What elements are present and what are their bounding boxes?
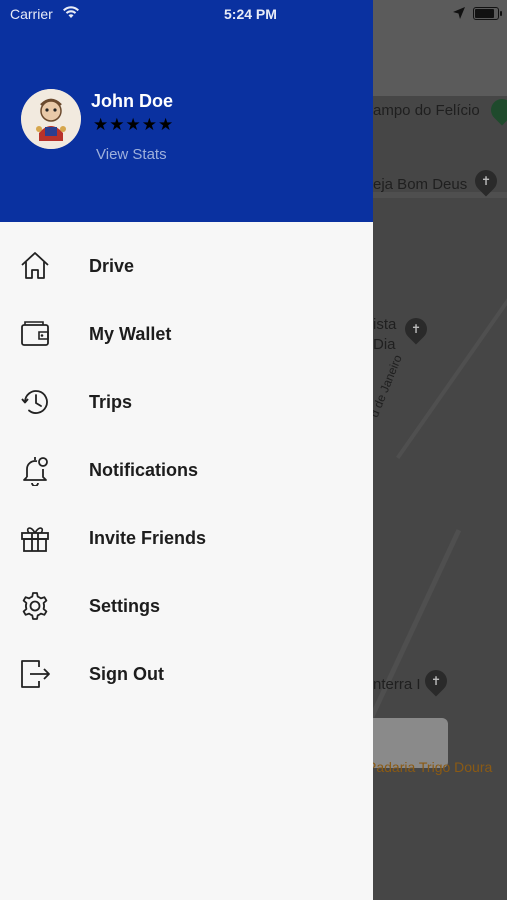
- menu-item-label: Notifications: [89, 460, 199, 480]
- clock-label: 5:24 PM: [224, 6, 277, 22]
- menu-item-label: Drive: [89, 256, 135, 276]
- menu-item-label: Sign Out: [89, 664, 164, 684]
- menu-item-drive[interactable]: Drive: [0, 232, 373, 300]
- bell-icon: [23, 457, 48, 486]
- map-place-label: Padaria Trigo Doura: [373, 759, 493, 775]
- navigation-drawer: John Doe ★★★★★ View Stats Drive My Walle…: [0, 0, 373, 900]
- menu-item-notifications[interactable]: Notifications: [0, 436, 373, 504]
- map-place-label: eja Bom Deus: [373, 176, 468, 193]
- menu-item-wallet[interactable]: My Wallet: [0, 300, 373, 368]
- status-bar: Carrier 5:24 PM: [0, 0, 507, 28]
- map-canvas[interactable]: [373, 96, 507, 900]
- menu-item-sign-out[interactable]: Sign Out: [0, 640, 373, 708]
- home-icon: [21, 252, 49, 279]
- menu-item-label: Invite Friends: [89, 528, 207, 548]
- gift-icon: [21, 527, 49, 552]
- map-background: ampo do Felício eja Bom Deus ✝ ista Dia …: [373, 0, 507, 900]
- history-icon: [21, 390, 48, 414]
- menu-item-settings[interactable]: Settings: [0, 572, 373, 640]
- map-place-label: Dia: [373, 336, 396, 353]
- sign-out-icon: [21, 660, 50, 688]
- menu-item-label: Trips: [89, 392, 133, 412]
- wallet-icon: [21, 321, 49, 346]
- view-stats-link[interactable]: View Stats: [96, 146, 167, 163]
- avatar-illustration: [21, 89, 81, 149]
- battery-icon: [473, 7, 502, 20]
- map-place-label: nterra I: [373, 676, 421, 693]
- location-arrow-icon: [453, 7, 465, 19]
- carrier-label: Carrier: [10, 6, 53, 22]
- battery-level: [475, 9, 494, 18]
- map-place-label: ista: [373, 316, 397, 333]
- star-rating: ★★★★★: [93, 115, 175, 134]
- map-place-label: ampo do Felício: [373, 102, 480, 119]
- menu-item-invite-friends[interactable]: Invite Friends: [0, 504, 373, 572]
- gear-icon: [22, 592, 48, 620]
- user-name: John Doe: [91, 91, 174, 111]
- menu-item-label: Settings: [89, 596, 161, 616]
- menu-item-trips[interactable]: Trips: [0, 368, 373, 436]
- wifi-icon: [63, 6, 79, 18]
- profile-header: John Doe ★★★★★ View Stats: [0, 0, 373, 222]
- menu-item-label: My Wallet: [89, 324, 172, 344]
- avatar[interactable]: [21, 89, 81, 149]
